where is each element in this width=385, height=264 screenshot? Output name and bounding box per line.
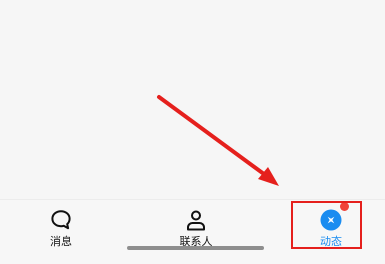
tab-contacts[interactable]: 联系人 bbox=[172, 200, 220, 252]
tab-messages[interactable]: 消息 bbox=[40, 200, 82, 252]
home-indicator[interactable] bbox=[127, 246, 264, 250]
app-screen: 消息 联系人 动态 bbox=[0, 0, 385, 264]
chat-bubble-icon bbox=[49, 208, 73, 232]
moments-icon bbox=[319, 202, 349, 232]
notification-dot bbox=[340, 202, 349, 211]
person-icon bbox=[184, 208, 208, 232]
bottom-tab-bar: 消息 联系人 动态 bbox=[0, 199, 385, 264]
tab-moments-label: 动态 bbox=[320, 235, 342, 248]
content-area bbox=[0, 0, 385, 199]
tab-messages-label: 消息 bbox=[50, 235, 72, 248]
tab-moments[interactable]: 动态 bbox=[310, 200, 352, 252]
